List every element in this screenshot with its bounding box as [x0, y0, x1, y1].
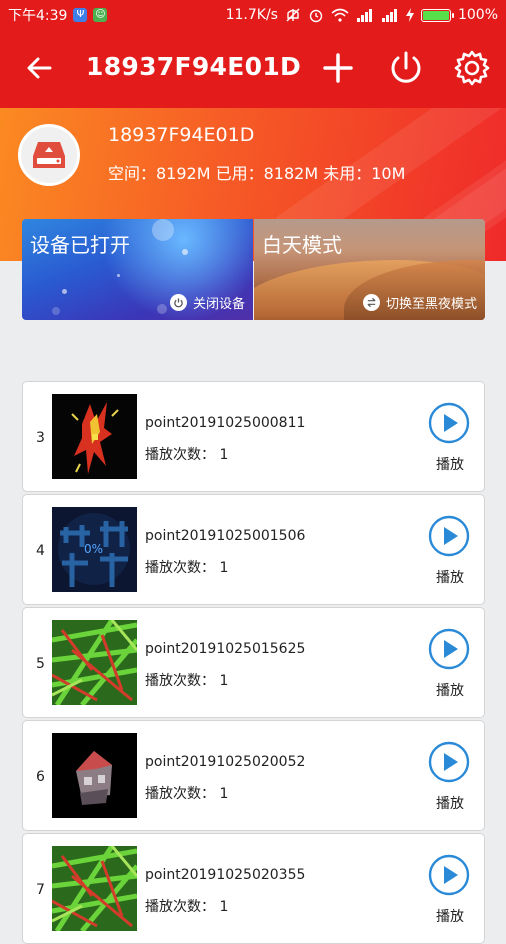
- network-speed: 11.7K/s: [225, 7, 278, 23]
- thumbnail-fireworks: [52, 394, 137, 479]
- item-play-count: 播放次数： 1: [145, 447, 229, 463]
- switch-night-mode-button[interactable]: 切换至黑夜模式: [362, 293, 477, 312]
- play-label: 播放: [436, 570, 464, 586]
- item-index: 3: [36, 430, 45, 446]
- page-title: 18937F94E01D: [86, 52, 302, 81]
- power-icon[interactable]: [386, 48, 426, 88]
- device-status-label: 设备已打开: [30, 233, 130, 257]
- switch-icon: [362, 294, 380, 311]
- charging-icon: [405, 8, 414, 22]
- item-play-count: 播放次数： 1: [145, 786, 229, 802]
- app-toolbar: 18937F94E01D: [0, 30, 506, 108]
- play-icon[interactable]: [428, 515, 470, 557]
- mute-icon: [286, 8, 300, 22]
- mode-label: 白天模式: [262, 233, 342, 257]
- play-icon[interactable]: [428, 854, 470, 896]
- alarm-icon: [309, 9, 323, 23]
- status-bar: 下午4:39 Ψ ☺ 11.7K/s 100%: [0, 0, 506, 30]
- item-filename: point20191025020052: [145, 754, 306, 770]
- signal-icon: [356, 8, 372, 22]
- item-index: 4: [36, 543, 45, 559]
- usb-icon: Ψ: [73, 8, 88, 22]
- item-play-count: 播放次数： 1: [145, 899, 229, 915]
- item-index: 7: [36, 882, 45, 898]
- play-label: 播放: [436, 909, 464, 925]
- device-name: 18937F94E01D: [108, 124, 255, 146]
- play-label: 播放: [436, 457, 464, 473]
- item-index: 6: [36, 769, 45, 785]
- item-play-count: 播放次数： 1: [145, 673, 229, 689]
- list-item[interactable]: 4 0% point20191025001506 播放次数： 1 播放: [22, 494, 485, 605]
- list-item[interactable]: 3 point20191025000811 播放次数： 1 播放: [22, 381, 485, 492]
- list-item[interactable]: 6 point20191025020052 播放次数： 1 播放: [22, 720, 485, 831]
- switch-night-mode-label: 切换至黑夜模式: [385, 297, 477, 312]
- storage-device-icon: [18, 124, 80, 186]
- close-device-button[interactable]: 关闭设备: [169, 293, 245, 312]
- display-mode-card[interactable]: 白天模式 切换至黑夜模式: [254, 219, 485, 320]
- status-time: 下午4:39: [8, 8, 68, 24]
- list-item[interactable]: 7 point20191025020355 播放次数： 1 播放: [22, 833, 485, 944]
- battery-percent: 100%: [457, 7, 498, 23]
- close-device-label: 关闭设备: [192, 297, 245, 312]
- storage-info: 空间：8192M 已用：8182M 未用：10M: [108, 164, 406, 183]
- item-filename: point20191025015625: [145, 641, 306, 657]
- thumbnail-logo: 0%: [52, 507, 137, 592]
- add-icon[interactable]: [320, 50, 356, 86]
- item-filename: point20191025001506: [145, 528, 306, 544]
- signal-icon-2: [381, 8, 397, 22]
- settings-gear-icon[interactable]: [452, 48, 492, 88]
- device-power-card[interactable]: 设备已打开 关闭设备: [22, 219, 253, 320]
- back-arrow-icon[interactable]: [24, 52, 56, 84]
- thumbnail-grass: [52, 620, 137, 705]
- android-icon: ☺: [93, 8, 108, 22]
- power-small-icon: [169, 294, 187, 311]
- thumbnail-grass: [52, 846, 137, 931]
- battery-icon: [420, 8, 454, 22]
- item-filename: point20191025000811: [145, 415, 306, 431]
- play-icon[interactable]: [428, 402, 470, 444]
- loading-percent: 0%: [84, 542, 103, 556]
- thumbnail-house: [52, 733, 137, 818]
- item-filename: point20191025020355: [145, 867, 306, 883]
- wifi-icon: [331, 8, 349, 22]
- play-icon[interactable]: [428, 628, 470, 670]
- list-item[interactable]: 5 point20191025015625 播放次数： 1 播放: [22, 607, 485, 718]
- play-label: 播放: [436, 683, 464, 699]
- play-label: 播放: [436, 796, 464, 812]
- item-index: 5: [36, 656, 45, 672]
- item-play-count: 播放次数： 1: [145, 560, 229, 576]
- play-icon[interactable]: [428, 741, 470, 783]
